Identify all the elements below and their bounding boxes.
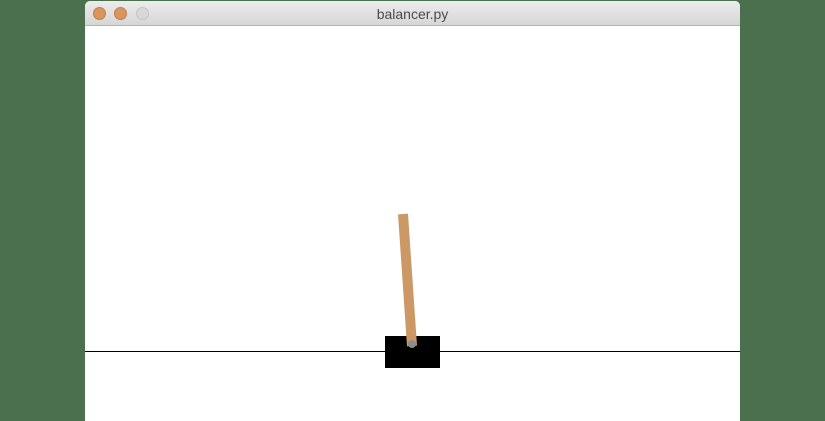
simulation-canvas	[85, 26, 740, 421]
app-window: balancer.py	[85, 1, 740, 421]
pole	[398, 213, 417, 347]
title-bar[interactable]: balancer.py	[85, 1, 740, 26]
cartpole-scene	[85, 213, 740, 368]
pole-hinge	[408, 340, 416, 348]
window-title: balancer.py	[376, 6, 449, 22]
